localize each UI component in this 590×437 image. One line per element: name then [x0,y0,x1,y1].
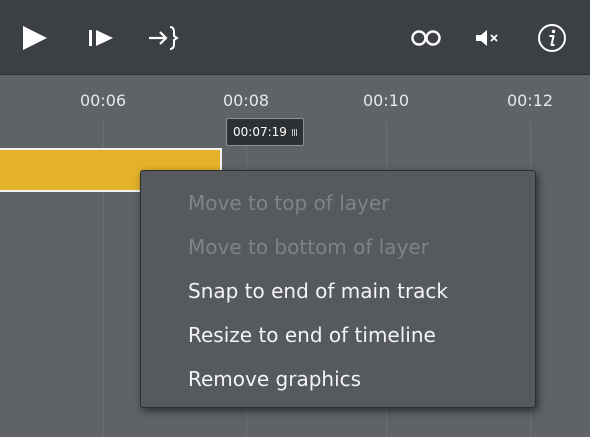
ruler-tick: 00:08 [222,91,270,110]
loop-button[interactable] [406,18,446,58]
loop-icon [411,30,441,46]
ruler-tick: 00:06 [79,91,127,110]
info-icon [538,24,566,52]
time-ruler[interactable]: 00:06 00:08 00:10 00:12 [0,75,590,121]
jump-to-end-button[interactable] [144,18,184,58]
mute-icon [476,30,498,46]
jump-to-end-icon [149,26,179,50]
mute-button[interactable] [468,18,508,58]
menu-item-move-to-top: Move to top of layer [188,191,390,215]
info-button[interactable] [532,18,572,58]
context-menu: Move to top of layer Move to bottom of l… [140,170,536,408]
menu-item-snap-to-end[interactable]: Snap to end of main track [141,269,535,313]
grip-icon [291,128,297,136]
ruler-tick: 00:10 [362,91,410,110]
play-button[interactable] [14,18,54,58]
menu-item-resize-to-end[interactable]: Resize to end of timeline [141,313,535,357]
menu-item-move-to-bottom: Move to bottom of layer [188,235,429,259]
playback-toolbar [0,0,590,75]
playhead-time-label[interactable]: 00:07:19 [226,118,304,146]
editor-window: 00:06 00:08 00:10 00:12 00:07:19 Move to… [0,0,590,437]
playhead-time: 00:07:19 [233,125,287,139]
menu-item-remove-graphics[interactable]: Remove graphics [141,357,535,401]
step-play-icon [89,30,113,46]
step-play-button[interactable] [82,18,122,58]
ruler-tick: 00:12 [506,91,554,110]
play-icon [23,26,47,50]
